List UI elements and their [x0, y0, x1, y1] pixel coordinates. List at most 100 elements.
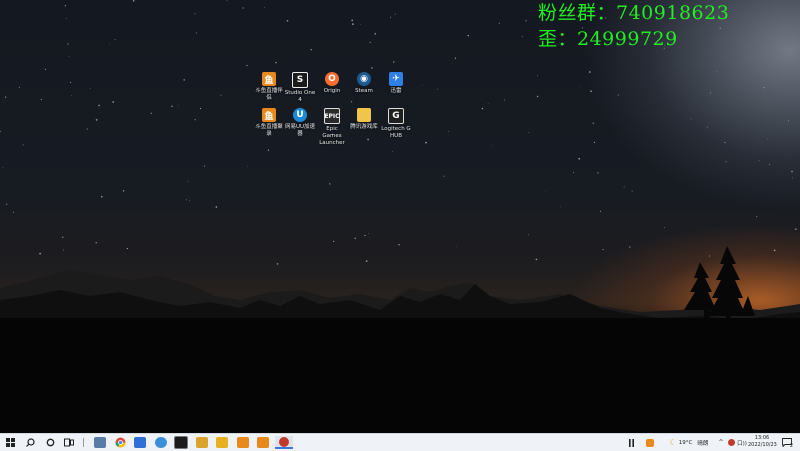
- desktop-icon-logitech[interactable]: G Logitech G HUB: [380, 106, 412, 140]
- star: [437, 88, 438, 90]
- desktop-icon-uu[interactable]: U 网易UU加速器: [284, 106, 316, 138]
- clock-time: 13:06: [754, 435, 770, 441]
- star: [573, 172, 575, 174]
- douyu-tray-icon: [646, 438, 654, 447]
- chrome-icon: [115, 437, 125, 448]
- star: [67, 43, 69, 45]
- star: [708, 255, 711, 257]
- taskbar-app-chrome[interactable]: [113, 436, 127, 449]
- game-icon: [196, 437, 208, 448]
- app-red-icon: [279, 436, 289, 447]
- start-button[interactable]: [4, 436, 16, 449]
- desktop-icon-xunlei[interactable]: ✈ 迅雷: [380, 70, 412, 95]
- star: [2, 166, 4, 168]
- star: [487, 103, 489, 105]
- star: [286, 19, 289, 22]
- star: [617, 94, 619, 96]
- desktop-icon-label: Steam: [355, 88, 373, 94]
- star: [62, 236, 64, 238]
- star: [724, 142, 726, 144]
- star: [664, 227, 665, 229]
- star: [773, 249, 776, 252]
- taskbar-app-douyu-record[interactable]: [256, 436, 270, 449]
- star: [194, 119, 196, 121]
- star: [560, 206, 562, 208]
- star: [758, 160, 760, 162]
- moon-icon: ☾: [669, 438, 677, 447]
- star: [795, 228, 797, 230]
- desktop-icon-studio-one[interactable]: S Studio One 4: [284, 70, 316, 104]
- notification-center-button[interactable]: 2: [781, 436, 793, 449]
- star: [122, 190, 125, 192]
- tray-app-red[interactable]: [726, 436, 736, 449]
- foreground-dark: [0, 318, 800, 433]
- folder-icon: [357, 108, 371, 122]
- desktop-icon-douyu[interactable]: 鱼 斗鱼直播伴侣: [253, 70, 285, 102]
- desktop-icon-origin[interactable]: O Origin: [316, 70, 348, 95]
- star: [126, 247, 129, 250]
- taskbar-app-file-manager[interactable]: [93, 436, 107, 449]
- star: [599, 210, 602, 212]
- taskbar-app-blue[interactable]: [133, 436, 147, 449]
- star: [264, 7, 265, 8]
- tray-pause-button[interactable]: [627, 436, 635, 449]
- windows-icon: [5, 438, 15, 447]
- tray-app-orange[interactable]: [644, 436, 656, 449]
- star: [536, 95, 539, 98]
- star: [100, 195, 103, 198]
- star: [71, 94, 72, 96]
- star: [578, 157, 581, 160]
- task-view-button[interactable]: [63, 436, 75, 449]
- taskbar-app-yellow[interactable]: [215, 436, 229, 449]
- douyu-icon: 鱼: [262, 72, 276, 86]
- star: [150, 112, 152, 114]
- star: [398, 243, 400, 246]
- desktop-icon-label: 网易UU加速器: [284, 124, 316, 137]
- star: [391, 151, 393, 152]
- search-button[interactable]: [24, 436, 36, 449]
- star: [537, 75, 538, 77]
- star: [756, 216, 758, 218]
- star: [454, 57, 457, 59]
- star: [267, 149, 270, 151]
- desktop-icon-epic[interactable]: EPIC Epic Games Launcher: [316, 106, 348, 147]
- volume-button[interactable]: 口)): [737, 436, 747, 449]
- star: [394, 13, 396, 15]
- desktop-icon-tencent-games[interactable]: 腾讯游戏库: [348, 106, 380, 131]
- star: [597, 172, 599, 174]
- taskbar-divider: [80, 436, 86, 449]
- file-manager-icon: [94, 437, 106, 448]
- star: [503, 99, 505, 101]
- star: [44, 68, 47, 70]
- star: [467, 34, 470, 37]
- clock[interactable]: 13:06 2022/10/23: [748, 435, 777, 449]
- desktop-icon-douyu-record[interactable]: 鱼 斗鱼直播聚录: [253, 106, 285, 138]
- star: [0, 130, 1, 133]
- star: [579, 86, 581, 87]
- taskbar-app-game[interactable]: [195, 436, 209, 449]
- star: [112, 101, 115, 103]
- taskbar-app-studio-one[interactable]: [174, 436, 188, 449]
- star: [443, 175, 445, 177]
- weather-widget[interactable]: ☾ 19°C 晴朗: [665, 436, 713, 449]
- star: [351, 19, 354, 22]
- star: [246, 64, 248, 67]
- star: [68, 56, 70, 58]
- tray-overflow-button[interactable]: ^: [717, 436, 725, 449]
- star: [481, 107, 484, 110]
- star: [114, 39, 116, 41]
- pause-icon: [628, 438, 634, 447]
- taskbar-app-cloud[interactable]: [154, 436, 168, 449]
- star: [359, 24, 361, 25]
- cortana-button[interactable]: [44, 436, 56, 449]
- star: [725, 161, 727, 163]
- star: [22, 144, 24, 146]
- volume-icon: 口)): [737, 440, 747, 447]
- star: [631, 190, 633, 192]
- chevron-up-icon: ^: [718, 439, 724, 446]
- desktop-icon-steam[interactable]: ◉ Steam: [348, 70, 380, 95]
- taskbar-app-douyu[interactable]: [236, 436, 250, 449]
- taskbar-app-active[interactable]: [275, 436, 293, 449]
- xunlei-icon: ✈: [389, 72, 403, 86]
- star: [95, 242, 97, 244]
